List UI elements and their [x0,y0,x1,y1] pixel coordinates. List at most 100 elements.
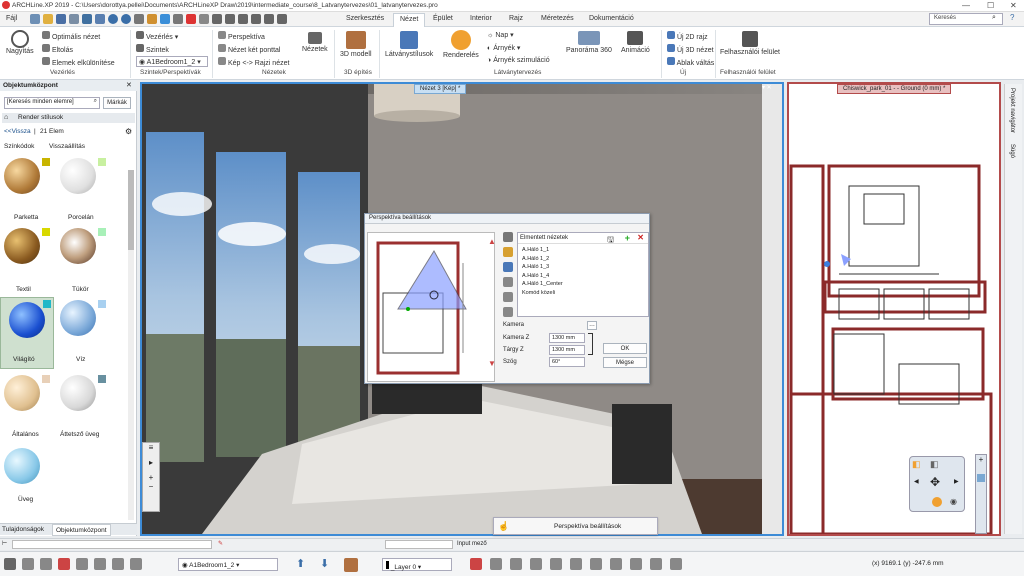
material-item[interactable]: Textil [4,228,50,293]
close-icon[interactable]: ✕ [1010,1,1017,10]
undo-icon[interactable] [108,14,118,24]
dimension-icon[interactable] [264,14,274,24]
tab-dokumentacio[interactable]: Dokumentáció [583,13,640,27]
settings-icon[interactable] [4,558,16,570]
new-file-icon[interactable] [30,14,40,24]
column-icon[interactable] [570,558,582,570]
pointer-icon[interactable] [112,558,124,570]
views-button[interactable]: Nézetek [302,32,328,53]
link-bracket-icon[interactable] [588,333,593,355]
tab-fajl[interactable]: Fájl [0,13,23,27]
folder-icon[interactable] [503,247,513,257]
material-item[interactable]: Üveg [4,448,40,503]
tab-meretezes[interactable]: Méretezés [535,13,580,27]
pencil-icon[interactable]: ✎ [218,540,223,547]
window-icon[interactable] [550,558,562,570]
material-item[interactable]: Tükör [60,228,106,293]
new-2d-drawing-button[interactable]: Új 2D rajz [667,31,708,41]
perspective-button[interactable]: Perspektíva [218,31,265,41]
grid-icon[interactable] [225,14,235,24]
saved-view-item[interactable]: Komód közeli [522,289,644,298]
material-item[interactable]: Víz [60,300,106,363]
print-icon[interactable] [82,14,92,24]
levels-button[interactable]: Szintek [136,44,169,54]
coordinate-input[interactable] [12,540,212,549]
saved-view-item[interactable]: A.Háló 1_3 [522,263,644,272]
tab-epulet[interactable]: Épület [427,13,459,27]
home-icon[interactable]: ⌂ [4,114,8,121]
settings-gear-icon[interactable]: ⚙ [125,127,132,136]
tab-rajz[interactable]: Rajz [503,13,529,27]
nav-left-icon[interactable]: ◀ [914,478,919,485]
target-z-input[interactable]: 1300 mm [549,345,585,355]
panorama-button[interactable]: Panoráma 360 [566,31,612,54]
eraser-icon[interactable] [470,558,482,570]
project-navigator-tab[interactable]: Projekt navigátor [1009,88,1015,133]
expand-arrow-icon[interactable]: ▸ [143,458,159,467]
eye-icon[interactable]: ◉ [950,497,957,506]
list-icon[interactable]: ≡ [143,443,159,452]
search-box[interactable]: Keresés ⌕ [929,13,1003,25]
tab-szerkesztes[interactable]: Szerkesztés [340,13,390,27]
panel-close-icon[interactable]: ✕ [126,81,132,89]
back-link[interactable]: <<Vissza [4,128,31,135]
delete-view-icon[interactable]: ✕ [637,233,644,242]
zoom-thumb[interactable] [977,474,985,482]
maximize-icon[interactable]: ☐ [987,1,994,10]
material-item-selected[interactable]: Világító [0,297,54,369]
render-button[interactable]: Renderelés [443,30,479,59]
orange-sphere-icon[interactable] [932,497,942,507]
coordinate-toggle-icon[interactable]: ⊢ [2,540,7,547]
help-tab[interactable]: Súgó [1009,144,1015,158]
plan-view[interactable]: Chiswick_park_01 - - Ground (0 mm) * ◧ ◧… [787,82,1001,536]
layer-icon[interactable] [251,14,261,24]
wall-icon[interactable] [490,558,502,570]
switch-window-button[interactable]: Ablak váltás [667,57,714,67]
plan-view-title[interactable]: Chiswick_park_01 - - Ground (0 mm) * [837,84,952,94]
layers-icon[interactable] [130,558,142,570]
arrow-down-icon[interactable]: ▼ [488,359,496,368]
saved-view-item[interactable]: A.Háló 1_1 [522,246,644,255]
transform-icon[interactable] [650,558,662,570]
zoom-slider[interactable]: + [975,454,987,534]
door-icon[interactable] [530,558,542,570]
paint-brush-icon[interactable] [147,14,157,24]
eyedropper-icon[interactable] [160,14,170,24]
zoom-fit-icon[interactable] [503,307,513,317]
tool-icon[interactable] [503,232,513,242]
hatch-icon[interactable] [76,558,88,570]
panel-search-icon[interactable]: ⌕ [94,98,97,105]
print-preview-icon[interactable] [95,14,105,24]
open-folder-icon[interactable] [43,14,53,24]
color-codes-link[interactable]: Színkódok [4,143,34,150]
sun-button[interactable]: ☼ Nap ▾ [487,31,514,39]
snap-icon[interactable] [238,14,248,24]
two-point-view-button[interactable]: Nézet két ponttal [218,44,280,54]
path-icon[interactable] [630,558,642,570]
shadow-simulation-button[interactable]: ◑ Árnyék szimuláció [487,57,550,64]
level-status-select[interactable]: ◉ A1Bedroom1_2 ▾ [178,558,278,571]
level-up-icon[interactable]: ⬆ [296,557,305,570]
zoom-out-icon[interactable]: − [143,482,159,491]
search-icon[interactable]: ⌕ [992,14,996,22]
zoom-button[interactable]: Nagyítás [6,30,34,55]
stairs-icon[interactable] [510,558,522,570]
nav-right-icon[interactable]: ▶ [954,478,959,485]
optimal-view-button[interactable]: Optimális nézet [42,31,100,41]
level-select[interactable]: ◉ A1Bedroom1_2 ▾ [136,56,208,67]
new-3d-view-button[interactable]: Új 3D nézet [667,44,714,54]
navigation-cube[interactable]: ◧ ◧ ✥ ◀ ▶ ◉ [909,456,965,512]
zoom-in-icon[interactable]: + [143,473,159,482]
arrow-up-icon[interactable]: ▲ [488,237,496,246]
plan-preview[interactable]: ▲ ▼ [367,232,496,382]
help-icon[interactable]: ? [1010,13,1014,22]
zoom-out-icon[interactable] [503,292,513,302]
move-icon[interactable] [503,262,513,272]
add-view-icon[interactable]: + [625,233,630,243]
tab-nezet[interactable]: Nézet [393,13,426,27]
brands-button[interactable]: Márkák [103,97,131,109]
copy-tool-icon[interactable] [670,558,682,570]
pan-button[interactable]: Eltolás [42,44,73,54]
ok-button[interactable]: OK [603,343,647,354]
save-as-icon[interactable] [69,14,79,24]
